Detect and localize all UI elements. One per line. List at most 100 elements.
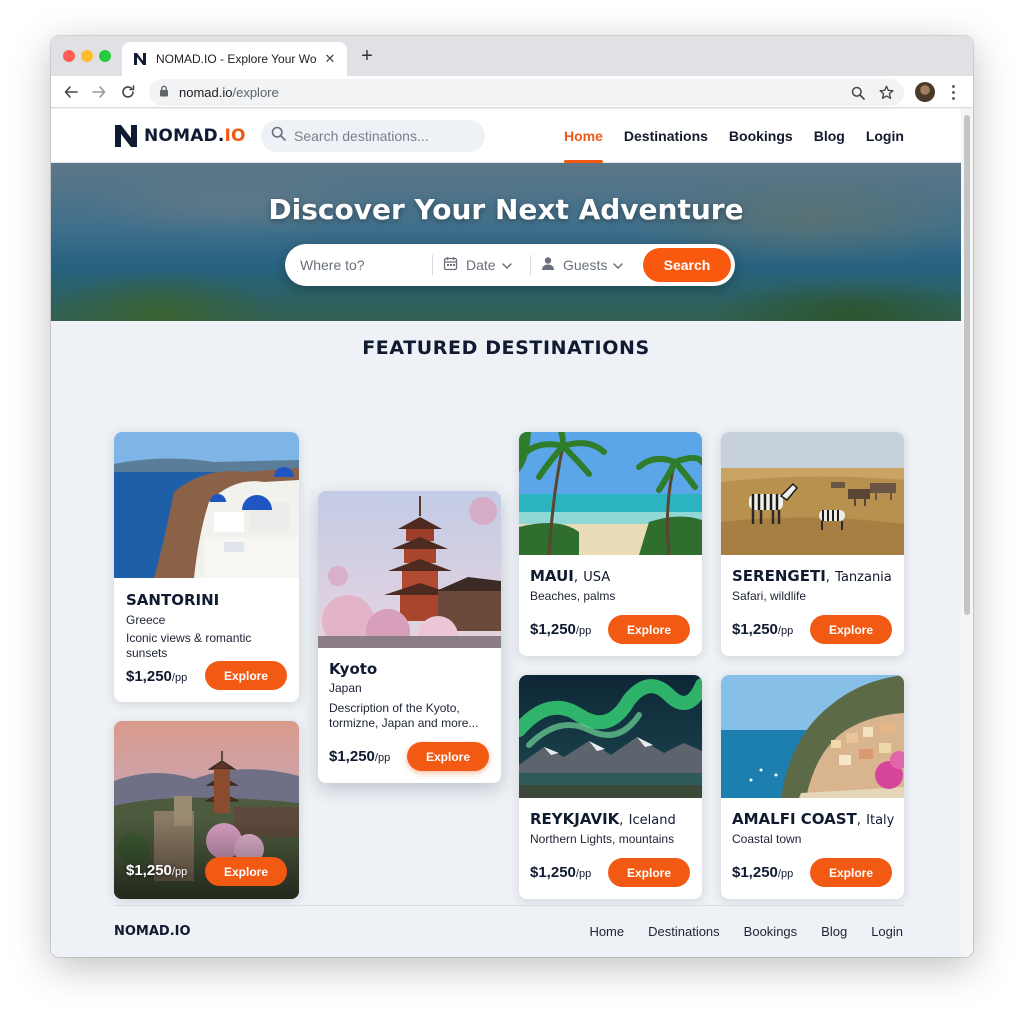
amalfi-coast-image xyxy=(721,675,904,798)
browser-menu-icon[interactable] xyxy=(947,82,959,102)
card-country: USA xyxy=(583,570,611,585)
nav-login[interactable]: Login xyxy=(866,109,904,163)
card-title: Kyoto xyxy=(329,660,378,678)
explore-button[interactable]: Explore xyxy=(608,615,690,644)
page-scrollbar[interactable] xyxy=(961,109,973,957)
maximize-window-button[interactable] xyxy=(99,50,111,62)
lock-icon xyxy=(159,84,169,102)
date-label: Date xyxy=(466,257,496,273)
card-price: $1,250/pp xyxy=(530,864,591,881)
serengeti-safari-image xyxy=(721,432,904,555)
date-select[interactable]: Date xyxy=(433,244,530,286)
where-input[interactable]: Where to? xyxy=(285,257,432,273)
zoom-icon[interactable] xyxy=(850,85,866,101)
logo-text-main: NOMAD. xyxy=(144,126,225,146)
card-title: SERENGETI, Tanzania xyxy=(732,567,892,585)
reload-icon[interactable] xyxy=(118,82,138,102)
maui-beach-image xyxy=(519,432,702,555)
title-separator: , xyxy=(856,813,861,828)
destination-card-kyoto: Kyoto Japan Description of the Kyoto, to… xyxy=(318,491,501,783)
footer-link-destinations[interactable]: Destinations xyxy=(648,924,720,939)
site-search-input[interactable]: Search destinations... xyxy=(261,120,485,152)
featured-title: FEATURED DESTINATIONS xyxy=(362,337,650,359)
price-amount: $1,250 xyxy=(329,748,375,765)
card-country: Japan xyxy=(329,681,362,695)
price-amount: $1,250 xyxy=(126,862,172,879)
nav-bookings[interactable]: Bookings xyxy=(729,109,793,163)
forward-icon[interactable] xyxy=(89,82,109,102)
santorini-image xyxy=(114,432,299,578)
logo-n-icon xyxy=(115,125,137,147)
price-amount: $1,250 xyxy=(530,621,576,638)
close-window-button[interactable] xyxy=(63,50,75,62)
title-separator: , xyxy=(825,570,830,585)
price-unit: /pp xyxy=(374,752,391,764)
card-description: Description of the Kyoto, tormizne, Japa… xyxy=(329,701,479,730)
hero-banner: Discover Your Next Adventure Where to? D… xyxy=(51,163,961,321)
destination-card-serengeti: SERENGETI, Tanzania Safari, wildlife $1,… xyxy=(721,432,904,656)
footer-divider xyxy=(114,905,904,906)
price-unit: /pp xyxy=(575,625,592,637)
tab-title: NOMAD.IO - Explore Your World xyxy=(156,52,317,66)
price-unit: /pp xyxy=(171,672,188,684)
card-description: Coastal town xyxy=(732,832,802,846)
user-icon xyxy=(541,256,555,274)
hero-overlay xyxy=(51,163,961,321)
card-price: $1,250/pp xyxy=(530,621,591,638)
close-icon[interactable]: ✕ xyxy=(323,51,337,67)
destination-card-santorini: SANTORINI Greece Iconic views & romantic… xyxy=(114,432,299,702)
plus-icon[interactable]: + xyxy=(357,46,377,66)
destination-card-maui: MAUI, USA Beaches, palms $1,250/pp Explo… xyxy=(519,432,702,656)
card-title: REYKJAVIK, Iceland xyxy=(530,810,676,828)
scrollbar-thumb[interactable] xyxy=(964,115,970,615)
explore-button[interactable]: Explore xyxy=(608,858,690,887)
hero-search-bar: Where to? Date Guests Search xyxy=(285,244,735,286)
back-icon[interactable] xyxy=(61,82,81,102)
footer-link-blog[interactable]: Blog xyxy=(821,924,847,939)
explore-button[interactable]: Explore xyxy=(205,661,287,690)
card-description: Northern Lights, mountains xyxy=(530,832,675,846)
card-description: Beaches, palms xyxy=(530,589,616,603)
card-title: AMALFI COAST, Italy xyxy=(732,810,894,828)
price-amount: $1,250 xyxy=(732,864,778,881)
card-price: $1,250/pp xyxy=(732,621,793,638)
card-title-name: REYKJAVIK xyxy=(530,810,620,828)
footer-link-login[interactable]: Login xyxy=(871,924,903,939)
browser-toolbar: nomad.io/explore xyxy=(51,76,973,108)
card-title-name: MAUI xyxy=(530,567,574,585)
footer-link-home[interactable]: Home xyxy=(589,924,624,939)
nav-destinations[interactable]: Destinations xyxy=(624,109,708,163)
logo-text-accent: IO xyxy=(224,126,246,146)
aurora-image xyxy=(519,675,702,798)
footer-brand[interactable]: NOMAD.IO xyxy=(114,924,191,939)
guests-select[interactable]: Guests xyxy=(531,244,641,286)
hero-search-button[interactable]: Search xyxy=(643,248,731,282)
browser-tab-active[interactable]: NOMAD.IO - Explore Your World ✕ xyxy=(122,42,347,76)
site-header: NOMAD.IO Search destinations... Home Des… xyxy=(51,109,961,163)
chevron-down-icon xyxy=(613,257,624,273)
nav-blog[interactable]: Blog xyxy=(814,109,845,163)
card-title-name: SERENGETI xyxy=(732,567,826,585)
search-placeholder: Search destinations... xyxy=(294,128,429,144)
card-country: Iceland xyxy=(628,813,676,828)
explore-button[interactable]: Explore xyxy=(407,742,489,771)
star-icon[interactable] xyxy=(878,85,894,101)
explore-button[interactable]: Explore xyxy=(810,858,892,887)
explore-button[interactable]: Explore xyxy=(205,857,287,886)
logo-n-icon xyxy=(132,51,148,67)
minimize-window-button[interactable] xyxy=(81,50,93,62)
logo-text: NOMAD.IO xyxy=(144,126,246,146)
price-unit: /pp xyxy=(575,868,592,880)
price-amount: $1,250 xyxy=(732,621,778,638)
site-logo[interactable]: NOMAD.IO xyxy=(113,123,246,149)
card-country: Tanzania xyxy=(835,570,892,585)
browser-tab-bar: NOMAD.IO - Explore Your World ✕ + xyxy=(51,36,973,76)
destination-card-amalfi: AMALFI COAST, Italy Coastal town $1,250/… xyxy=(721,675,904,899)
hero-title: Discover Your Next Adventure xyxy=(268,193,744,226)
footer-link-bookings[interactable]: Bookings xyxy=(744,924,797,939)
address-bar[interactable]: nomad.io/explore xyxy=(149,79,904,106)
explore-button[interactable]: Explore xyxy=(810,615,892,644)
nav-home[interactable]: Home xyxy=(564,109,603,163)
profile-avatar[interactable] xyxy=(915,82,935,102)
title-separator: , xyxy=(619,813,624,828)
